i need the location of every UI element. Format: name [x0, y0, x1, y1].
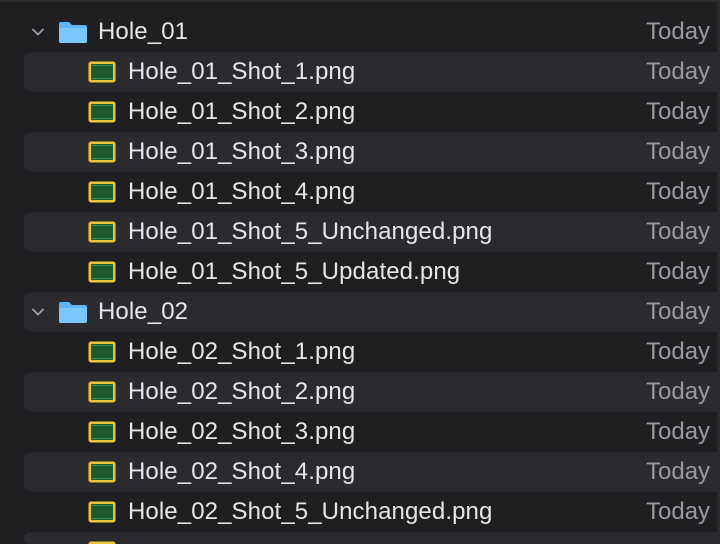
date-modified: Today [646, 178, 711, 205]
file-name: Hole_01_Shot_3.png [128, 138, 356, 165]
file-row[interactable]: Hole_02_Shot_1.png Today [24, 332, 720, 372]
date-modified: Today [646, 58, 711, 85]
png-image-file-icon [88, 381, 116, 403]
png-image-file-icon [88, 221, 116, 243]
file-row[interactable]: Hole_01_Shot_2.png Today [24, 92, 720, 132]
date-modified: Today [646, 458, 711, 485]
file-row[interactable] [24, 532, 720, 544]
date-modified: Today [646, 418, 711, 445]
folder-row[interactable]: Hole_02 Today [24, 292, 720, 332]
png-image-file-icon [88, 101, 116, 123]
folder-icon [59, 302, 87, 323]
date-modified: Today [646, 298, 711, 325]
png-image-file-icon [88, 141, 116, 163]
header-divider [0, 0, 720, 2]
file-name: Hole_01_Shot_4.png [128, 178, 356, 205]
folder-icon [59, 22, 87, 43]
file-name: Hole_02_Shot_3.png [128, 418, 356, 445]
file-name: Hole_02_Shot_5_Unchanged.png [128, 498, 493, 525]
file-row[interactable]: Hole_01_Shot_4.png Today [24, 172, 720, 212]
png-image-file-icon [88, 421, 116, 443]
file-name: Hole_01_Shot_1.png [128, 58, 356, 85]
folder-name: Hole_01 [98, 18, 189, 45]
png-image-file-icon [88, 341, 116, 363]
date-modified: Today [646, 138, 711, 165]
file-row[interactable]: Hole_01_Shot_3.png Today [24, 132, 720, 172]
file-name: Hole_01_Shot_2.png [128, 98, 356, 125]
png-image-file-icon [88, 461, 116, 483]
file-row[interactable]: Hole_02_Shot_4.png Today [24, 452, 720, 492]
png-image-file-icon [88, 261, 116, 283]
file-row[interactable]: Hole_01_Shot_5_Updated.png Today [24, 252, 720, 292]
file-name: Hole_02_Shot_2.png [128, 378, 356, 405]
date-modified: Today [646, 498, 711, 525]
chevron-down-icon[interactable] [30, 24, 46, 40]
file-name: Hole_01_Shot_5_Unchanged.png [128, 218, 493, 245]
file-row[interactable]: Hole_01_Shot_1.png Today [24, 52, 720, 92]
file-row[interactable]: Hole_01_Shot_5_Unchanged.png Today [24, 212, 720, 252]
file-name: Hole_02_Shot_4.png [128, 458, 356, 485]
date-modified: Today [646, 98, 711, 125]
file-row[interactable]: Hole_02_Shot_2.png Today [24, 372, 720, 412]
date-modified: Today [646, 218, 711, 245]
date-modified: Today [646, 338, 711, 365]
chevron-down-icon[interactable] [30, 304, 46, 320]
file-row[interactable]: Hole_02_Shot_3.png Today [24, 412, 720, 452]
folder-name: Hole_02 [98, 298, 189, 325]
date-modified: Today [646, 18, 711, 45]
file-row[interactable]: Hole_02_Shot_5_Unchanged.png Today [24, 492, 720, 532]
png-image-file-icon [88, 181, 116, 203]
file-name: Hole_01_Shot_5_Updated.png [128, 258, 461, 285]
png-image-file-icon [88, 501, 116, 523]
date-modified: Today [646, 258, 711, 285]
file-list: Hole_01 Today Hole_01_Shot_1.png Today H… [0, 0, 720, 544]
date-modified: Today [646, 378, 711, 405]
file-name: Hole_02_Shot_1.png [128, 338, 356, 365]
folder-row[interactable]: Hole_01 Today [24, 12, 720, 52]
png-image-file-icon [88, 61, 116, 83]
